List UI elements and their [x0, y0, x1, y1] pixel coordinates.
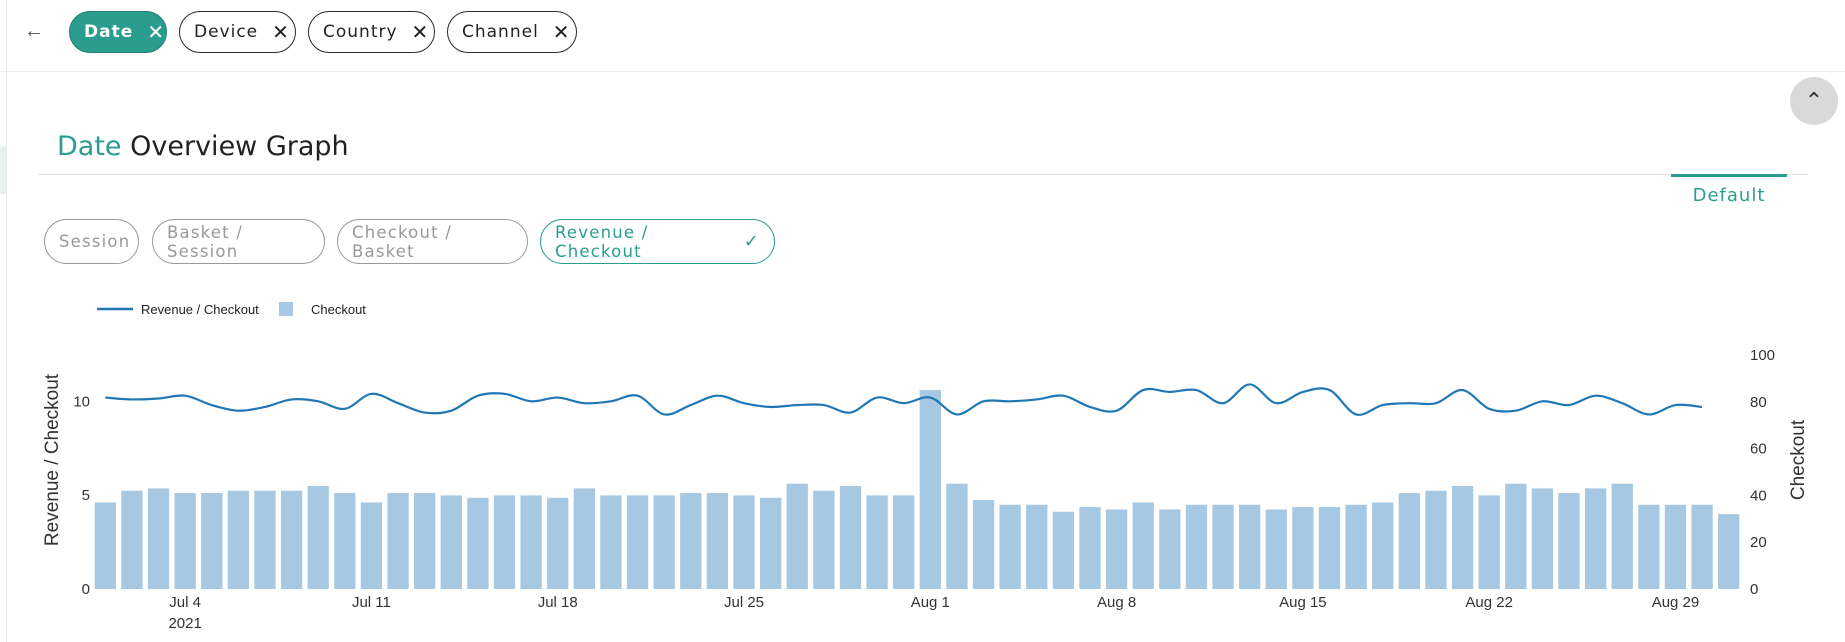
bar	[280, 490, 303, 589]
bar	[227, 490, 250, 589]
bar	[1531, 488, 1554, 589]
bar	[1026, 504, 1048, 589]
bar	[1664, 504, 1687, 589]
bar	[1265, 509, 1287, 589]
bar	[972, 500, 995, 589]
bar	[440, 495, 462, 589]
bar	[1052, 511, 1075, 589]
bar	[946, 483, 968, 589]
bar	[360, 502, 383, 589]
bar	[1611, 483, 1633, 589]
bar	[387, 493, 409, 589]
y-right-title: Checkout	[1788, 419, 1809, 500]
bar	[626, 495, 649, 589]
y-right-tick: 60	[1750, 441, 1767, 458]
x-tick: Aug 15	[1279, 594, 1327, 611]
bar	[1558, 493, 1580, 589]
bar	[866, 495, 888, 589]
x-tick: Aug 1	[911, 594, 950, 611]
bar	[1505, 483, 1527, 589]
bar	[1105, 509, 1128, 589]
x-tick: Jul 4	[169, 594, 201, 611]
bar	[600, 495, 622, 589]
bar	[573, 488, 595, 589]
bar	[94, 502, 116, 589]
bar	[414, 493, 436, 589]
bar	[1212, 504, 1234, 589]
bar	[174, 493, 196, 589]
bar	[919, 390, 941, 589]
bar	[1239, 504, 1261, 589]
bar	[1159, 509, 1181, 589]
bar	[706, 493, 729, 589]
x-tick-year: 2021	[168, 615, 201, 632]
bar	[1398, 493, 1420, 589]
bar	[1638, 504, 1660, 589]
x-tick: Jul 18	[538, 594, 578, 611]
bar	[1425, 490, 1447, 589]
bar	[813, 490, 835, 589]
x-tick: Aug 29	[1652, 594, 1700, 611]
bar	[201, 493, 223, 589]
legend: Revenue / Checkout Checkout	[97, 302, 366, 317]
bar	[653, 495, 675, 589]
bar	[334, 493, 356, 589]
bar	[733, 495, 755, 589]
bar	[1318, 507, 1341, 589]
bar	[307, 486, 329, 589]
bar	[121, 490, 143, 589]
bar	[759, 497, 782, 589]
bar	[1718, 514, 1740, 589]
bar	[147, 488, 170, 589]
bar	[1451, 486, 1474, 589]
bar	[1079, 507, 1101, 589]
bar	[1691, 504, 1713, 589]
line-series	[105, 383, 1703, 416]
y-right-tick: 40	[1750, 487, 1767, 504]
legend-label: Revenue / Checkout	[141, 302, 259, 317]
bar	[1185, 504, 1208, 589]
overview-chart: 0510020406080100Revenue / Checkout Checko…	[42, 302, 1809, 632]
y-right-tick: 80	[1750, 394, 1767, 411]
bar	[893, 495, 915, 589]
bar	[1292, 507, 1314, 589]
x-tick: Aug 8	[1097, 594, 1136, 611]
legend-bar-swatch	[279, 302, 293, 316]
bar	[1584, 488, 1607, 589]
y-left-tick: 0	[82, 581, 90, 598]
bar	[1478, 495, 1500, 589]
y-right-tick: 0	[1750, 581, 1758, 598]
y-left-title: Revenue / Checkout	[42, 373, 63, 546]
bar	[1345, 504, 1367, 589]
legend-label: Checkout	[311, 302, 366, 317]
bar	[839, 486, 862, 589]
bar	[547, 497, 569, 589]
bar	[493, 495, 516, 589]
y-right-tick: 20	[1750, 534, 1767, 551]
x-tick: Jul 11	[352, 594, 391, 611]
bar	[520, 495, 542, 589]
x-tick: Jul 25	[724, 594, 764, 611]
bar	[999, 504, 1021, 589]
bar	[786, 483, 808, 589]
bar	[1132, 502, 1154, 589]
bar-series	[94, 390, 1740, 589]
y-right-tick: 100	[1750, 347, 1775, 364]
bar	[1372, 502, 1394, 589]
bar	[254, 490, 276, 589]
x-tick: Aug 22	[1465, 594, 1513, 611]
bar	[680, 493, 702, 589]
bar	[467, 497, 489, 589]
y-left-tick: 5	[82, 487, 90, 504]
y-left-tick: 10	[73, 393, 90, 410]
